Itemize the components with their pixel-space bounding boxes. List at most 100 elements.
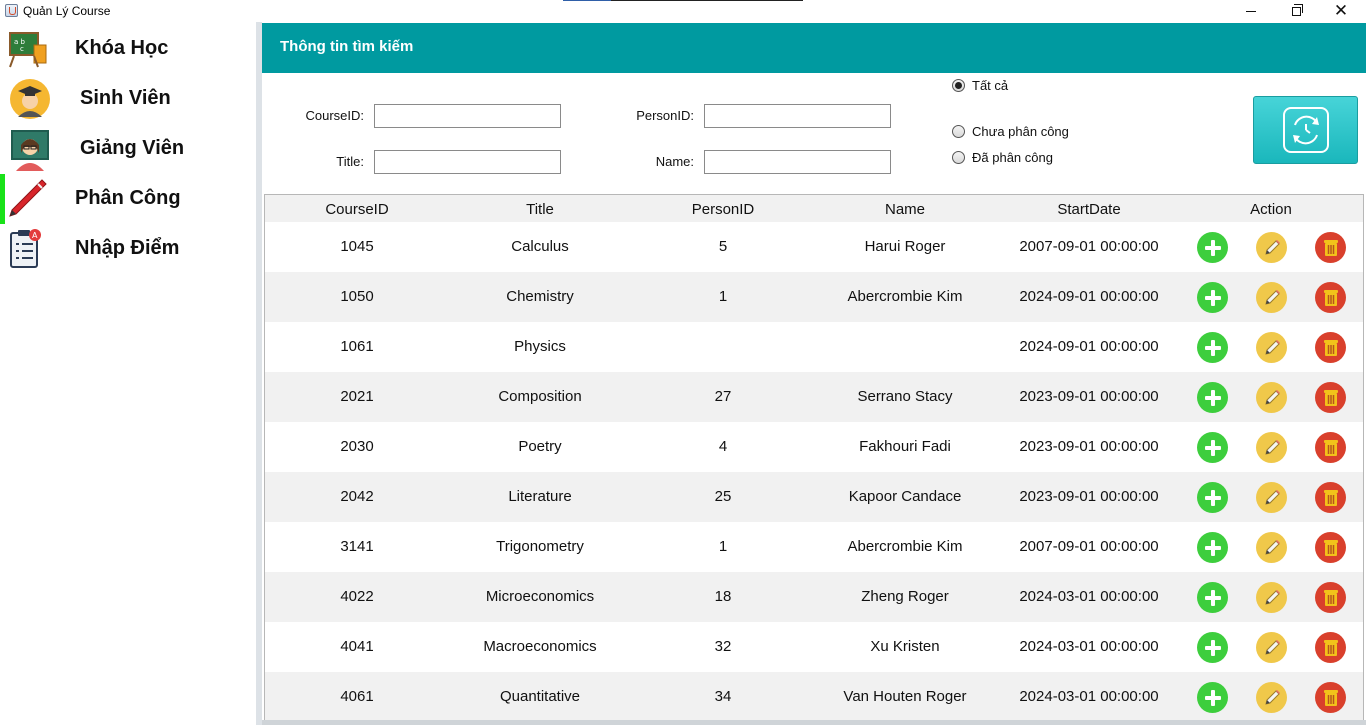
add-button[interactable] xyxy=(1197,232,1228,263)
cell-start-date: 2024-09-01 00:00:00 xyxy=(1019,288,1159,305)
sidebar-item-giang-vien[interactable]: Giảng Viên xyxy=(0,124,256,174)
add-button[interactable] xyxy=(1197,382,1228,413)
table-row[interactable]: 1045 Calculus 5 Harui Roger 2007-09-01 00:00… xyxy=(265,222,1363,272)
trash-icon xyxy=(1323,389,1338,406)
sidebar-item-label: Sinh Viên xyxy=(80,87,171,109)
cell-start-date: 2023-09-01 00:00:00 xyxy=(1019,388,1159,405)
table-row[interactable]: 3141 Trigonometry 1 Abercrombie Kim 2007-09-… xyxy=(265,522,1363,572)
sidebar-item-phan-cong[interactable]: Phân Công xyxy=(0,174,256,224)
course-id-input[interactable] xyxy=(374,104,561,128)
maximize-button[interactable] xyxy=(1273,0,1319,22)
sidebar-item-label: Phân Công xyxy=(75,187,181,209)
table-header: CourseID Title PersonID Name StartDate A… xyxy=(265,195,1363,222)
cell-start-date: 2024-03-01 00:00:00 xyxy=(1019,588,1159,605)
edit-button[interactable] xyxy=(1256,632,1287,663)
delete-button[interactable] xyxy=(1315,282,1346,313)
delete-button[interactable] xyxy=(1315,232,1346,263)
cell-title: Microeconomics xyxy=(485,588,595,605)
add-button[interactable] xyxy=(1197,482,1228,513)
plus-icon xyxy=(1204,639,1221,656)
edit-button[interactable] xyxy=(1256,282,1287,313)
table-row[interactable]: 1061 Physics 2024-09-01 00:00:00 xyxy=(265,322,1363,372)
cell-start-date: 2007-09-01 00:00:00 xyxy=(1019,238,1159,255)
filter-all-radio[interactable]: Tất cả xyxy=(952,78,1008,93)
plus-icon xyxy=(1204,389,1221,406)
pencil-icon xyxy=(1264,539,1280,555)
sidebar-item-sinh-vien[interactable]: Sinh Viên xyxy=(0,74,256,124)
cell-name: Fakhouri Fadi xyxy=(859,438,951,455)
table-row[interactable]: 2030 Poetry 4 Fakhouri Fadi 2023-09-01 00:00… xyxy=(265,422,1363,472)
radio-indicator xyxy=(952,151,965,164)
add-button[interactable] xyxy=(1197,682,1228,713)
title-input[interactable] xyxy=(374,150,561,174)
cell-person-id: 34 xyxy=(714,688,732,705)
pencil-icon xyxy=(1264,389,1280,405)
plus-icon xyxy=(1204,489,1221,506)
sidebar-item-nhap-diem[interactable]: A Nhập Điểm xyxy=(0,224,256,274)
cell-person-id: 1 xyxy=(718,538,728,555)
svg-text:c: c xyxy=(20,45,24,53)
add-button[interactable] xyxy=(1197,432,1228,463)
assignment-table: CourseID Title PersonID Name StartDate A… xyxy=(264,194,1364,725)
window-titlebar: Quản Lý Course ✕ xyxy=(0,0,1366,22)
name-input[interactable] xyxy=(704,150,891,174)
pen-icon xyxy=(9,179,47,217)
delete-button[interactable] xyxy=(1315,532,1346,563)
add-button[interactable] xyxy=(1197,332,1228,363)
edit-button[interactable] xyxy=(1256,682,1287,713)
plus-icon xyxy=(1204,439,1221,456)
plus-icon xyxy=(1204,239,1221,256)
table-row[interactable]: 4061 Quantitative 34 Van Houten Roger 2024-0… xyxy=(265,672,1363,722)
edit-button[interactable] xyxy=(1256,582,1287,613)
edit-button[interactable] xyxy=(1256,232,1287,263)
title-bar-line-accent xyxy=(563,0,611,1)
plus-icon xyxy=(1204,339,1221,356)
delete-button[interactable] xyxy=(1315,632,1346,663)
add-button[interactable] xyxy=(1197,582,1228,613)
column-header-name[interactable]: Name xyxy=(805,201,1005,218)
column-header-title[interactable]: Title xyxy=(440,201,640,218)
person-id-input[interactable] xyxy=(704,104,891,128)
horizontal-scrollbar[interactable] xyxy=(262,720,1366,725)
sidebar-item-khoa-hoc[interactable]: a b c Khóa Học xyxy=(0,24,256,74)
filter-unassigned-label: Chưa phân công xyxy=(972,124,1069,139)
delete-button[interactable] xyxy=(1315,432,1346,463)
cell-start-date: 2007-09-01 00:00:00 xyxy=(1019,538,1159,555)
sidebar-divider[interactable] xyxy=(256,22,262,725)
pencil-icon xyxy=(1264,689,1280,705)
cell-start-date: 2024-03-01 00:00:00 xyxy=(1019,688,1159,705)
edit-button[interactable] xyxy=(1256,382,1287,413)
cell-name: Kapoor Candace xyxy=(848,488,962,505)
edit-button[interactable] xyxy=(1256,332,1287,363)
delete-button[interactable] xyxy=(1315,332,1346,363)
edit-button[interactable] xyxy=(1256,432,1287,463)
table-row[interactable]: 1050 Chemistry 1 Abercrombie Kim 2024-09-01 … xyxy=(265,272,1363,322)
name-label: Name: xyxy=(655,154,694,169)
edit-button[interactable] xyxy=(1256,532,1287,563)
add-button[interactable] xyxy=(1197,632,1228,663)
close-button[interactable]: ✕ xyxy=(1318,0,1364,22)
minimize-button[interactable] xyxy=(1228,0,1274,22)
delete-button[interactable] xyxy=(1315,682,1346,713)
filter-unassigned-radio[interactable]: Chưa phân công xyxy=(952,124,1069,139)
refresh-button[interactable] xyxy=(1253,96,1358,164)
table-row[interactable]: 2042 Literature 25 Kapoor Candace 2023-09-01… xyxy=(265,472,1363,522)
edit-button[interactable] xyxy=(1256,482,1287,513)
delete-button[interactable] xyxy=(1315,482,1346,513)
table-row[interactable]: 4022 Microeconomics 18 Zheng Roger 2024-03-0… xyxy=(265,572,1363,622)
column-header-person-id[interactable]: PersonID xyxy=(673,201,773,218)
cell-title: Composition xyxy=(498,388,582,405)
window-title: Quản Lý Course xyxy=(23,4,111,18)
column-header-action[interactable]: Action xyxy=(1221,201,1321,218)
trash-icon xyxy=(1323,539,1338,556)
delete-button[interactable] xyxy=(1315,582,1346,613)
table-row[interactable]: 2021 Composition 27 Serrano Stacy 2023-09-01… xyxy=(265,372,1363,422)
column-header-start-date[interactable]: StartDate xyxy=(1009,201,1169,218)
column-header-course-id[interactable]: CourseID xyxy=(297,201,417,218)
table-row[interactable]: 4041 Macroeconomics 32 Xu Kristen 2024-03-01… xyxy=(265,622,1363,672)
filter-assigned-radio[interactable]: Đã phân công xyxy=(952,150,1053,165)
add-button[interactable] xyxy=(1197,532,1228,563)
delete-button[interactable] xyxy=(1315,382,1346,413)
add-button[interactable] xyxy=(1197,282,1228,313)
svg-text:A: A xyxy=(32,231,38,240)
